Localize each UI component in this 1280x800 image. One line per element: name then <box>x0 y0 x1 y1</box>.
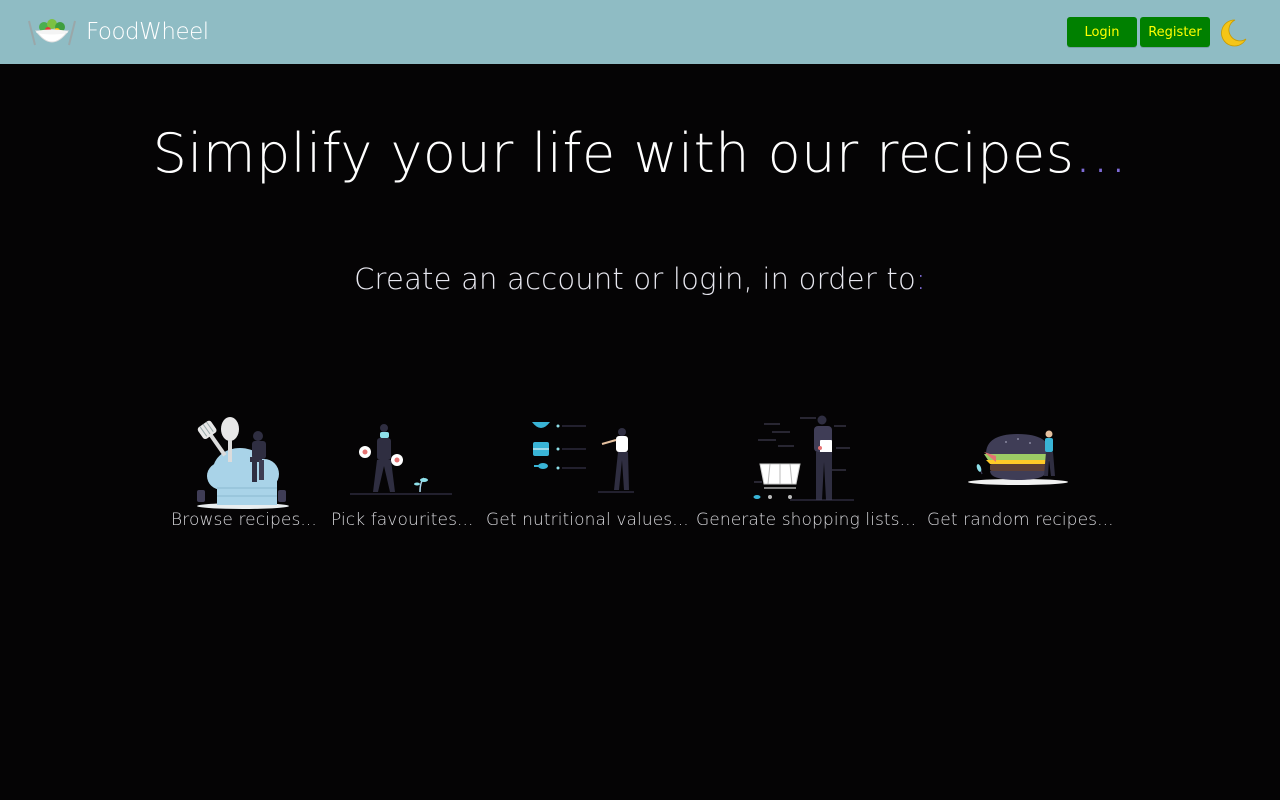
shopping-cart-illustration <box>753 415 854 501</box>
hero-title-text: Simplify your life with our recipes <box>152 122 1075 185</box>
feature-label-browse: Browse recipes... <box>171 510 317 530</box>
top-navbar: FoodWheel Login Register <box>0 0 1280 64</box>
salad-bowl-logo-icon <box>28 19 76 46</box>
feature-pick-favourites <box>350 404 452 498</box>
feature-nutritional-values <box>528 404 636 496</box>
feature-label-nutrition: Get nutritional values... <box>486 510 689 530</box>
person-picking-illustration <box>350 424 452 495</box>
brand-link[interactable]: FoodWheel <box>26 14 209 50</box>
nutrition-illustration <box>532 422 634 493</box>
register-button[interactable]: Register <box>1140 17 1210 47</box>
chef-hat-illustration <box>197 417 289 509</box>
hero-subtitle-text: Create an account or login, in order to <box>354 262 916 296</box>
feature-label-favourites: Pick favourites... <box>331 510 474 530</box>
moon-icon[interactable] <box>1217 17 1249 49</box>
login-button[interactable]: Login <box>1067 17 1137 47</box>
feature-label-random: Get random recipes... <box>927 510 1114 530</box>
hero-subtitle-colon: : <box>915 262 926 296</box>
brand-name: FoodWheel <box>86 19 209 45</box>
hero-subtitle: Create an account or login, in order to: <box>0 262 1280 296</box>
feature-random-recipes <box>966 404 1070 490</box>
hero-title: Simplify your life with our recipes... <box>0 122 1280 185</box>
burger-illustration <box>968 430 1068 485</box>
feature-shopping-lists <box>750 404 854 504</box>
feature-label-shopping: Generate shopping lists... <box>696 510 917 530</box>
hero-title-ellipsis: ... <box>1074 122 1128 185</box>
feature-browse-recipes <box>192 404 294 510</box>
